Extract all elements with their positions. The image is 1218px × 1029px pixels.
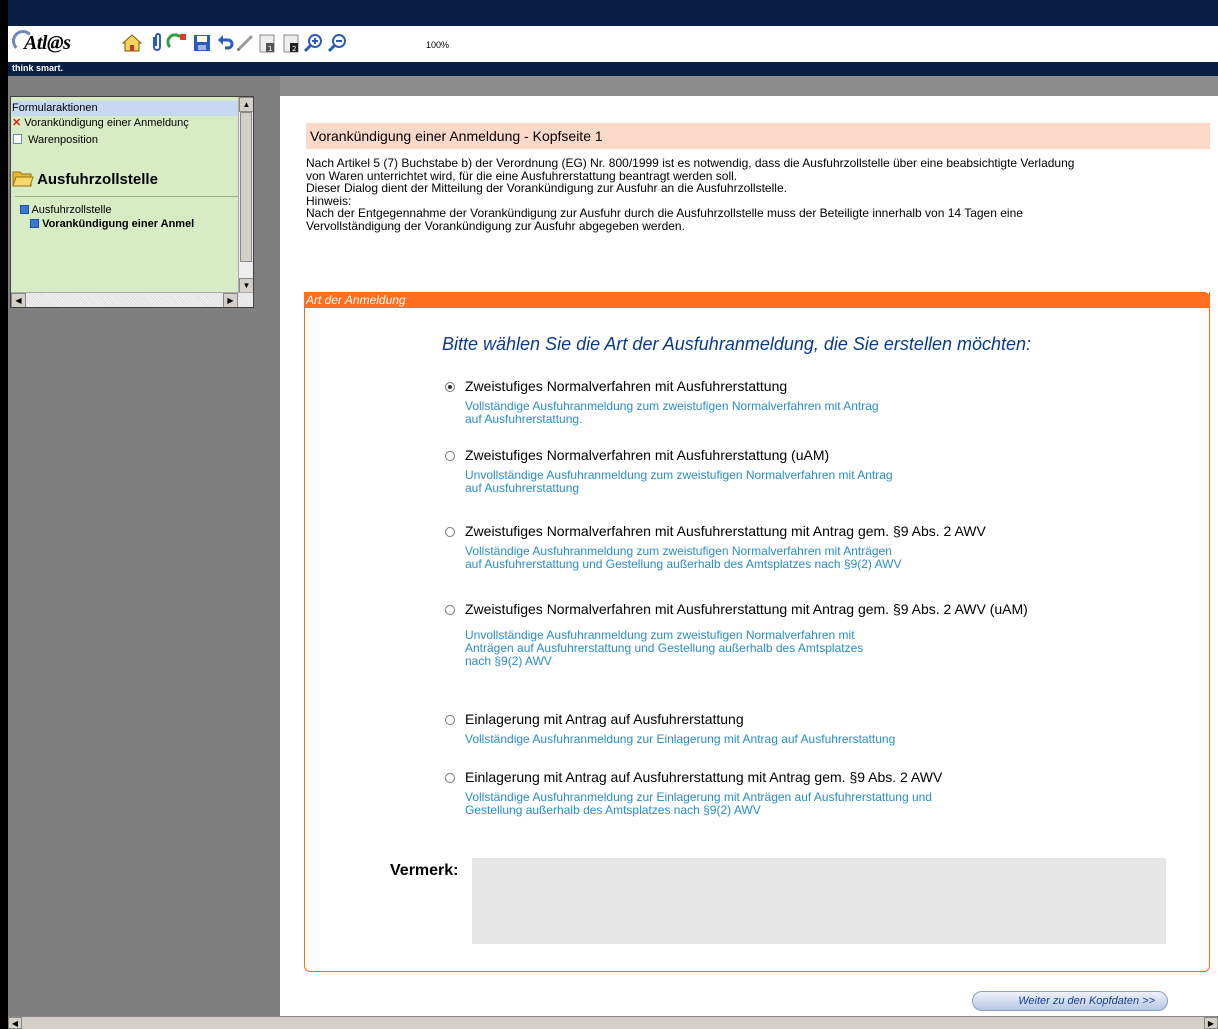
intro-line: Dieser Dialog dient der Mitteilung der V… [306,181,787,195]
intro-line: Vervollständigung der Vorankündigung zur… [306,218,685,233]
tree-section-title: Ausfuhrzollstelle [37,171,158,188]
tree-node-ausfuhrzollstelle[interactable]: Ausfuhrzollstelle [12,203,112,218]
content-top-strip [280,76,1218,96]
tree-horizontal-scrollbar[interactable]: ◀ ▶ [11,292,253,307]
main-content: Vorankündigung einer Anmeldung - Kopfsei… [280,96,1218,1016]
tagline-text: think smart. [12,63,64,73]
tree-header-formularaktionen[interactable]: Formularaktionen [12,101,238,116]
option-label: Zweistufiges Normalverfahren mit Ausfuhr… [465,523,986,539]
page-1-icon[interactable]: 1 [256,32,278,54]
page-2-icon[interactable]: 2 [280,32,302,54]
tree-header-label: Formularaktionen [12,102,98,114]
scroll-left-icon[interactable]: ◀ [8,1017,22,1029]
tree-vertical-scrollbar[interactable]: ▲ ▼ [238,97,253,293]
navigation-tree-panel: Formularaktionen ✕ Vorankündigung einer … [10,96,254,308]
toolbar: Atl@s 1 2 100% [8,26,1218,62]
next-to-header-data-button[interactable]: Weiter zu den Kopfdaten >> [972,991,1168,1011]
option-label: Zweistufiges Normalverfahren mit Ausfuhr… [465,447,830,463]
option-label: Einlagerung mit Antrag auf Ausfuhrerstat… [465,769,943,785]
option-description: Unvollständige Ausfuhranmeldung zum zwei… [465,628,864,668]
zoom-in-icon[interactable] [302,32,324,54]
tagline-bar: think smart. [8,62,1218,76]
option-description: Unvollständige Ausfuhranmeldung zum zwei… [465,468,893,495]
svg-text:2: 2 [292,45,296,53]
selection-question: Bitte wählen Sie die Art der Ausfuhranme… [442,334,1031,354]
radio-button[interactable] [445,715,455,725]
scroll-right-icon[interactable]: ▶ [223,293,238,307]
zoom-out-icon[interactable] [326,32,348,54]
option-label: Einlagerung mit Antrag auf Ausfuhrerstat… [465,711,744,727]
top-banner [8,0,1218,26]
error-x-icon: ✕ [12,117,22,129]
option-description: Vollständige Ausfuhranmeldung zur Einlag… [465,732,896,746]
save-icon[interactable] [191,32,213,54]
app-window: Atl@s 1 2 100% think smart. Formularakti… [8,0,1218,1029]
intro-text: Nach Artikel 5 (7) Buchstabe b) der Vero… [306,157,1212,232]
bottom-horizontal-scrollbar[interactable]: ◀ ▶ [8,1016,1218,1029]
option-description: Vollständige Ausfuhranmeldung zur Einlag… [465,790,932,817]
radio-button[interactable] [445,773,455,783]
option-label: Zweistufiges Normalverfahren mit Ausfuhr… [465,378,788,394]
scroll-down-icon[interactable]: ▼ [239,278,253,293]
vermerk-field[interactable] [472,858,1166,944]
panel-title: Art der Anmeldung [306,293,406,307]
svg-text:1: 1 [268,45,272,53]
radio-button[interactable] [445,605,455,615]
scroll-up-icon[interactable]: ▲ [239,97,253,112]
logo-text: Atl@s [24,32,71,54]
minus-box-icon [20,205,29,214]
folder-open-icon [12,171,34,187]
option-description: Vollständige Ausfuhranmeldung zum zweist… [465,544,902,571]
scroll-left-icon[interactable]: ◀ [11,293,26,307]
vermerk-label: Vermerk: [390,862,459,879]
tree-divider [15,196,241,197]
document-icon [13,134,22,144]
plus-box-icon [30,219,39,228]
zoom-level: 100% [426,40,450,50]
radio-button[interactable] [445,527,455,537]
home-icon[interactable] [121,32,143,54]
scroll-thumb[interactable] [240,112,252,262]
atlas-logo: Atl@s [12,28,102,60]
tree-node-label: Vorankündigung einer Anmel [42,218,195,230]
tree-item-warenposition[interactable]: Warenposition [12,133,98,148]
intro-line: Nach der Entgegennahme der Vorankündigun… [306,206,1023,220]
tree-node-label: Ausfuhrzollstelle [31,204,112,216]
refresh-icon[interactable] [166,32,188,54]
intro-line: Nach Artikel 5 (7) Buchstabe b) der Vero… [306,156,1075,170]
pen-icon[interactable] [234,32,256,54]
tree-node-vorankuendigung[interactable]: Vorankündigung einer Anmel [12,217,194,232]
panel-header: Art der Anmeldung [304,292,1210,308]
option-label: Zweistufiges Normalverfahren mit Ausfuhr… [465,601,1028,617]
radio-button[interactable] [445,451,455,461]
tree-section-ausfuhrzollstelle[interactable]: Ausfuhrzollstelle [12,169,158,189]
tree-item-label: Vorankündigung einer Anmeldunç [24,117,189,129]
page-title: Vorankündigung einer Anmeldung - Kopfsei… [310,128,603,144]
radio-button[interactable] [445,382,455,392]
page-title-bar: Vorankündigung einer Anmeldung - Kopfsei… [306,123,1210,149]
attach-icon[interactable] [146,32,168,54]
tree-item-vorankuendigung[interactable]: ✕ Vorankündigung einer Anmeldunç [12,116,189,131]
option-description: Vollständige Ausfuhranmeldung zum zweist… [465,399,879,426]
tree-item-label: Warenposition [28,134,98,146]
scroll-right-icon[interactable]: ▶ [1204,1017,1218,1029]
